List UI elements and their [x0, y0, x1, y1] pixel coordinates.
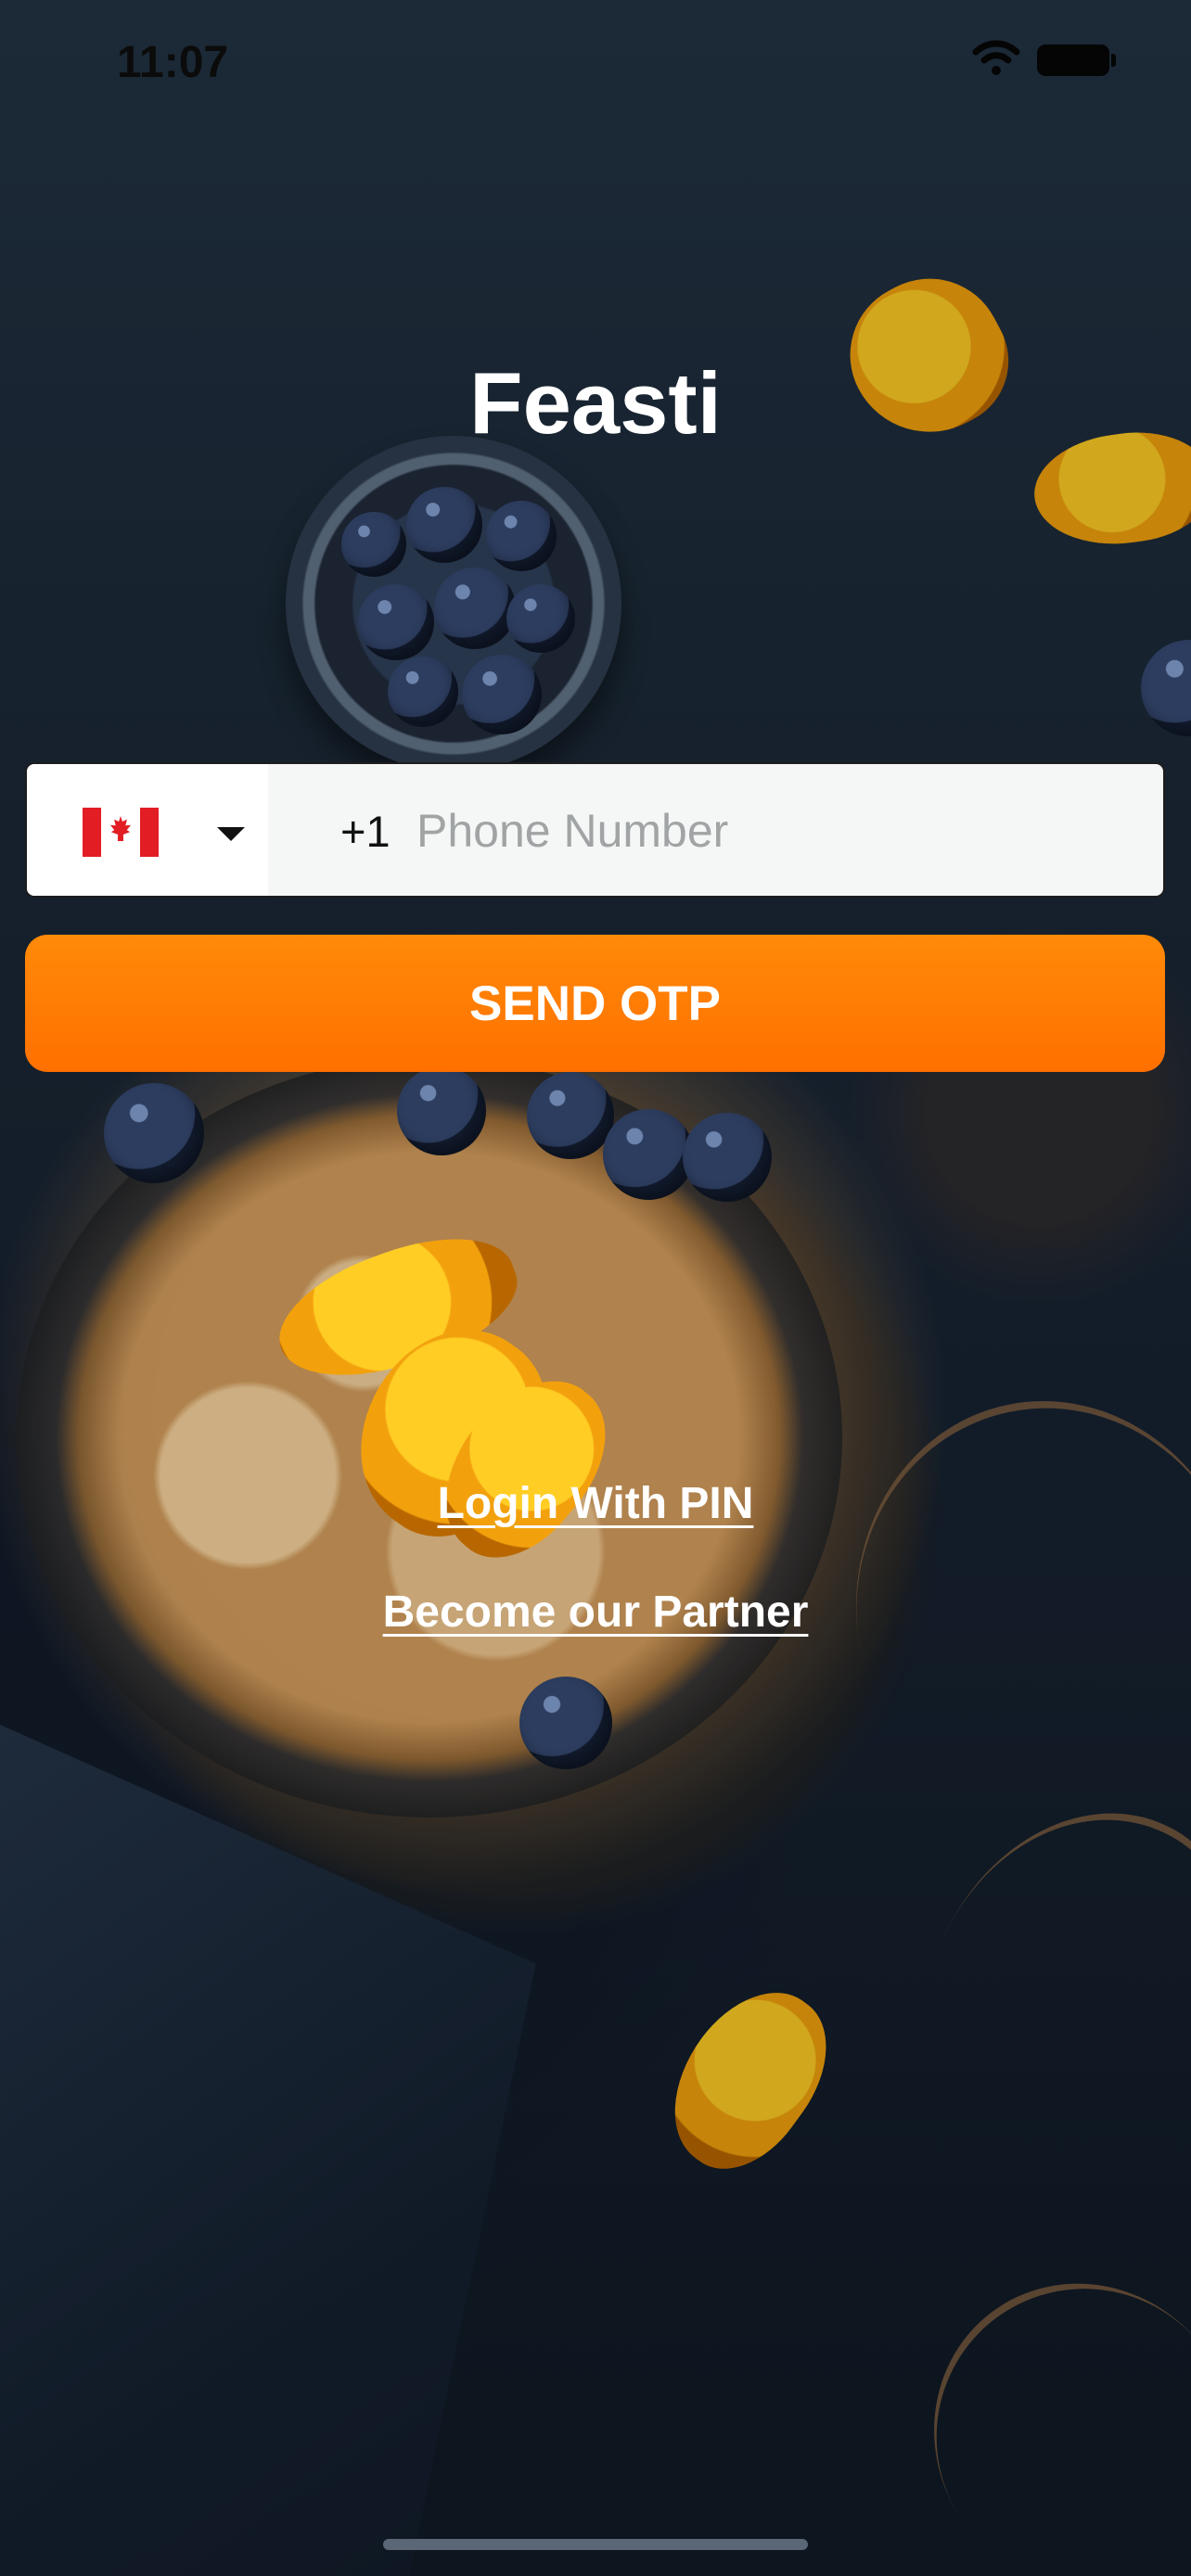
flag-center-band — [101, 808, 140, 857]
blueberry — [341, 512, 406, 577]
app-title: Feasti — [469, 353, 722, 452]
blueberry — [462, 655, 542, 734]
flag-right-band — [140, 808, 159, 857]
status-time: 11:07 — [117, 38, 229, 87]
chevron-down-icon — [217, 827, 245, 841]
loose-blueberry — [683, 1113, 772, 1202]
battery-tip — [1111, 54, 1116, 67]
loose-blueberry — [603, 1109, 694, 1200]
battery-icon — [1037, 45, 1116, 76]
phone-number-row: +1 — [25, 762, 1165, 898]
loose-blueberry — [527, 1072, 614, 1159]
wifi-icon — [972, 40, 1020, 75]
blueberry-bowl-background — [286, 436, 621, 772]
loose-blueberry — [397, 1066, 486, 1155]
country-selector[interactable] — [27, 764, 268, 896]
flag-left-band — [83, 808, 101, 857]
blueberry — [506, 584, 575, 653]
maple-leaf-icon — [109, 816, 132, 841]
become-partner-link[interactable]: Become our Partner — [0, 1587, 1191, 1638]
login-screen: 11:07 Feasti +1 SEND OTP Login With PIN … — [0, 0, 1191, 2576]
blueberry — [406, 487, 482, 563]
blueberry — [486, 501, 557, 571]
dial-code: +1 — [340, 807, 391, 856]
canada-flag-icon — [83, 808, 159, 857]
login-with-pin-link[interactable]: Login With PIN — [0, 1478, 1191, 1529]
status-bar: 11:07 — [0, 0, 1191, 111]
blueberry — [434, 567, 516, 649]
home-indicator[interactable] — [383, 2539, 808, 2550]
blueberry — [358, 584, 434, 660]
loose-blueberry — [519, 1677, 612, 1769]
phone-number-input[interactable] — [415, 792, 1123, 870]
blueberry — [388, 657, 458, 727]
send-otp-button[interactable]: SEND OTP — [25, 935, 1165, 1072]
loose-blueberry — [104, 1083, 204, 1183]
